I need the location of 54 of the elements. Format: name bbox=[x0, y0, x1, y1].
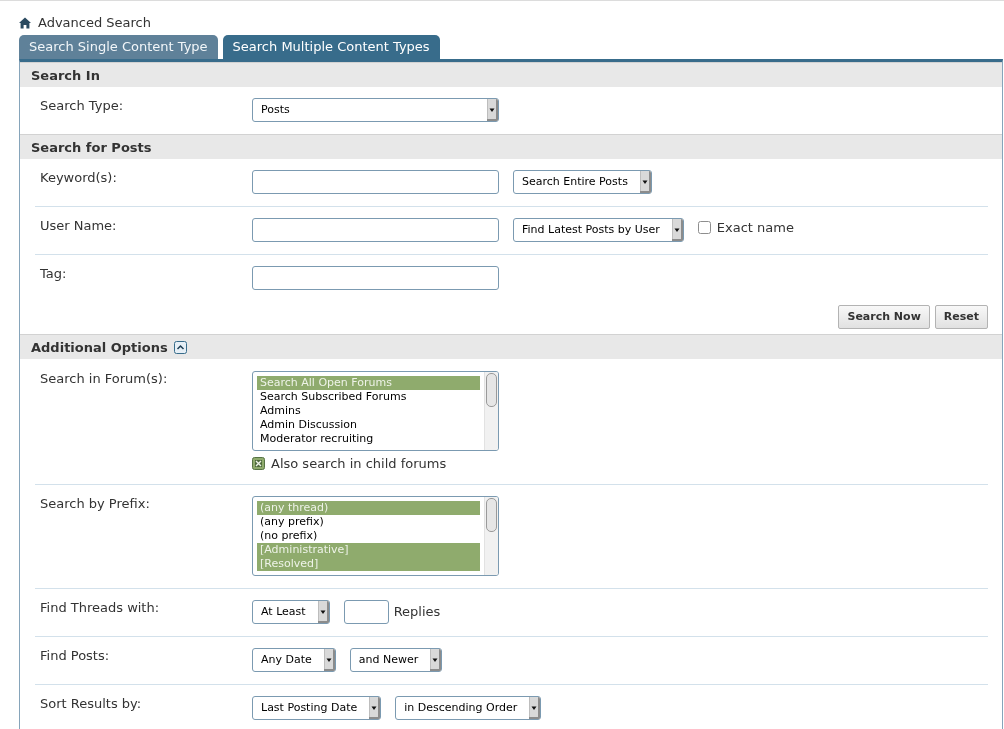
caret-icon[interactable] bbox=[529, 697, 541, 719]
text-field[interactable] bbox=[252, 170, 499, 194]
field-label: Find Posts: bbox=[40, 648, 111, 665]
field-label: Search Type: bbox=[40, 98, 125, 115]
list-option[interactable]: Moderator recruiting bbox=[257, 432, 480, 446]
home-icon[interactable] bbox=[19, 16, 31, 29]
list-option[interactable]: Admins bbox=[257, 404, 480, 418]
dropdown[interactable]: Find Latest Posts by User bbox=[513, 218, 684, 242]
caret-icon[interactable] bbox=[369, 697, 381, 719]
caret-icon[interactable] bbox=[323, 649, 335, 671]
field-label: User Name: bbox=[40, 218, 118, 235]
form-button[interactable]: Search Now bbox=[838, 305, 930, 329]
listbox[interactable]: (any thread) (any prefix) (no prefix) [Administrative] [Resolved] bbox=[252, 496, 499, 576]
breadcrumb-text: Advanced Search bbox=[38, 15, 151, 30]
field-label: Find Threads with: bbox=[40, 600, 161, 617]
list-option[interactable]: Search Subscribed Forums bbox=[257, 390, 480, 404]
field-label: Search in Forum(s): bbox=[40, 371, 169, 388]
field-label: Search by Prefix: bbox=[40, 496, 151, 513]
dropdown[interactable]: Posts bbox=[252, 98, 499, 122]
field-label: Sort Results by: bbox=[40, 696, 143, 713]
checkbox-label: Also search in child forums bbox=[271, 455, 447, 471]
list-option[interactable]: Admin Discussion bbox=[257, 418, 480, 432]
caret-icon[interactable] bbox=[671, 219, 683, 241]
text-field[interactable] bbox=[252, 218, 499, 242]
dropdown[interactable]: in Descending Order bbox=[395, 696, 542, 720]
scrollbar[interactable] bbox=[484, 372, 498, 450]
section-title: Search for Posts bbox=[31, 139, 152, 155]
dropdown[interactable]: and Newer bbox=[349, 648, 443, 672]
text-field[interactable] bbox=[252, 266, 499, 290]
list-option[interactable]: (no prefix) bbox=[257, 529, 480, 543]
list-option[interactable]: (any prefix) bbox=[257, 515, 480, 529]
field-text: Replies bbox=[393, 603, 441, 621]
dropdown[interactable]: At Least bbox=[252, 600, 330, 624]
listbox[interactable]: Search All Open Forums Search Subscribed Forums Admins Admin Discussion Moderator recruiting bbox=[252, 371, 499, 451]
checkbox[interactable] bbox=[697, 220, 711, 234]
caret-icon[interactable] bbox=[317, 601, 329, 623]
field-label: Tag: bbox=[40, 266, 68, 283]
section-title: Search In bbox=[31, 67, 100, 83]
section-title: Additional Options bbox=[31, 339, 168, 355]
text-field[interactable] bbox=[343, 600, 389, 624]
form-button[interactable]: Reset bbox=[934, 305, 988, 329]
field-label: Keyword(s): bbox=[40, 170, 118, 187]
checkbox-label: Exact name bbox=[716, 219, 794, 235]
dropdown[interactable]: Last Posting Date bbox=[252, 696, 382, 720]
scrollbar[interactable] bbox=[484, 497, 498, 575]
dropdown[interactable]: Any Date bbox=[252, 648, 336, 672]
caret-icon[interactable] bbox=[487, 99, 498, 121]
caret-icon[interactable] bbox=[639, 171, 651, 193]
checkbox[interactable] bbox=[252, 456, 265, 470]
caret-icon[interactable] bbox=[430, 649, 442, 671]
collapse-icon[interactable] bbox=[173, 340, 187, 354]
tab[interactable]: Search Multiple Content Types bbox=[222, 35, 440, 59]
dropdown[interactable]: Search Entire Posts bbox=[513, 170, 652, 194]
tab[interactable]: Search Single Content Type bbox=[19, 35, 218, 59]
